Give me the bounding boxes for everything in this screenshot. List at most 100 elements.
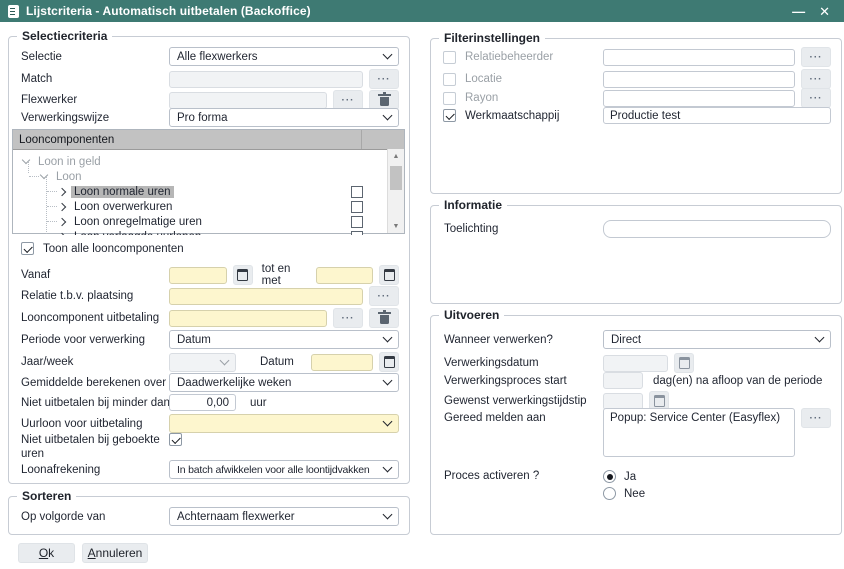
radio-option-ja[interactable]: Ja bbox=[603, 470, 636, 483]
toon-alle-checkbox[interactable] bbox=[21, 242, 34, 255]
proces-activeren-row: Proces activeren ? Ja Nee bbox=[444, 470, 831, 500]
relatiebeheerder-input[interactable] bbox=[603, 49, 795, 66]
op-volgorde-select[interactable]: Achternaam flexwerker bbox=[169, 507, 399, 526]
verwerkingswijze-label: Verwerkingswijze bbox=[21, 112, 169, 124]
scroll-down-icon[interactable]: ▼ bbox=[388, 219, 404, 233]
vanaf-input[interactable] bbox=[169, 267, 227, 284]
chevron-down-icon bbox=[383, 376, 393, 386]
tot-en-met-input[interactable] bbox=[316, 267, 373, 284]
niet-uitbetalen-minder-input[interactable]: 0,00 bbox=[169, 394, 236, 411]
radio-selected-icon[interactable] bbox=[603, 470, 616, 483]
trash-icon bbox=[380, 315, 389, 324]
jaar-week-select[interactable] bbox=[169, 353, 236, 372]
vanaf-row: Vanaf tot en met bbox=[21, 263, 399, 287]
looncomponent-uitbetaling-browse-button[interactable]: ··· bbox=[333, 308, 363, 328]
verwerkingsproces-start-row: Verwerkingsproces start dag(en) na afloo… bbox=[444, 372, 831, 389]
selectie-select[interactable]: Alle flexwerkers bbox=[169, 47, 399, 66]
gereed-melden-row: Gereed melden aan Popup: Service Center … bbox=[444, 408, 831, 457]
tree-checkbox[interactable] bbox=[351, 201, 363, 213]
loonafrekening-select[interactable]: In batch afwikkelen voor alle loontijdva… bbox=[169, 460, 399, 479]
chevron-down-icon bbox=[383, 333, 393, 343]
gereed-melden-browse-button[interactable]: ··· bbox=[801, 408, 831, 428]
relatie-plaatsing-browse-button[interactable]: ··· bbox=[369, 286, 399, 306]
match-browse-button[interactable]: ··· bbox=[369, 69, 399, 89]
title-bar: Lijstcriteria - Automatisch uitbetalen (… bbox=[0, 0, 844, 22]
verwerkingsdatum-input[interactable] bbox=[603, 355, 668, 372]
chevron-down-icon bbox=[383, 510, 393, 520]
locatie-checkbox[interactable] bbox=[443, 73, 456, 86]
tot-en-met-calendar-button[interactable] bbox=[379, 265, 399, 285]
scroll-up-icon[interactable]: ▲ bbox=[388, 149, 404, 163]
annuleren-button[interactable]: Annuleren bbox=[82, 543, 148, 563]
radio-option-nee[interactable]: Nee bbox=[603, 487, 645, 500]
tree-checkbox[interactable] bbox=[351, 216, 363, 228]
tree-scrollbar[interactable]: ▲ ▼ bbox=[387, 149, 404, 233]
calendar-icon bbox=[237, 269, 248, 281]
rayon-input[interactable] bbox=[603, 90, 795, 107]
ellipsis-icon: ··· bbox=[342, 95, 355, 106]
chevron-down-icon bbox=[383, 417, 393, 427]
document-icon bbox=[8, 5, 19, 18]
calendar-icon bbox=[654, 395, 665, 407]
ok-button[interactable]: Ok bbox=[18, 543, 75, 563]
locatie-row: Locatie ··· bbox=[443, 69, 831, 89]
datum-input[interactable] bbox=[311, 354, 373, 371]
niet-uitbetalen-geboekt-label: Niet uitbetalen bij geboekte uren bbox=[21, 433, 169, 462]
tree-item[interactable]: Loon onregelmatige uren bbox=[13, 214, 387, 229]
locatie-browse-button[interactable]: ··· bbox=[801, 69, 831, 89]
tree-item[interactable]: Loon verlaagde uurlonen bbox=[13, 229, 387, 235]
wanneer-verwerken-select[interactable]: Direct bbox=[603, 330, 831, 349]
tree-checkbox[interactable] bbox=[351, 186, 363, 198]
tree-item-selected[interactable]: Loon normale uren bbox=[13, 184, 387, 199]
selectie-row: Selectie Alle flexwerkers bbox=[21, 47, 399, 66]
verwerkingswijze-select[interactable]: Pro forma bbox=[169, 108, 399, 127]
ellipsis-icon: ··· bbox=[810, 74, 823, 85]
relatiebeheerder-checkbox[interactable] bbox=[443, 51, 456, 64]
selectie-label: Selectie bbox=[21, 51, 169, 63]
toelichting-input[interactable] bbox=[603, 220, 831, 238]
looncomponent-uitbetaling-clear-button[interactable] bbox=[369, 308, 399, 328]
relatie-plaatsing-input[interactable] bbox=[169, 288, 363, 305]
niet-uitbetalen-geboekt-checkbox[interactable] bbox=[169, 433, 182, 446]
match-input[interactable] bbox=[169, 71, 363, 88]
periode-verwerking-select[interactable]: Datum bbox=[169, 330, 399, 349]
gereed-melden-textarea[interactable]: Popup: Service Center (Easyflex) bbox=[603, 408, 795, 457]
radio-unselected-icon[interactable] bbox=[603, 487, 616, 500]
looncomponent-uitbetaling-input[interactable] bbox=[169, 310, 327, 327]
gewenst-tijdstip-input[interactable] bbox=[603, 393, 643, 410]
verwerkingsproces-start-input[interactable] bbox=[603, 372, 643, 389]
jaar-week-row: Jaar/week Datum bbox=[21, 352, 399, 372]
relatiebeheerder-browse-button[interactable]: ··· bbox=[801, 47, 831, 67]
chevron-collapsed-icon bbox=[58, 232, 66, 235]
loonafrekening-row: Loonafrekening In batch afwikkelen voor … bbox=[21, 460, 399, 479]
flexwerker-clear-button[interactable] bbox=[369, 90, 399, 110]
rayon-browse-button[interactable]: ··· bbox=[801, 88, 831, 108]
verwerkingsdatum-calendar-button[interactable] bbox=[674, 353, 694, 373]
scrollbar-thumb[interactable] bbox=[390, 166, 402, 190]
gemiddelde-select[interactable]: Daadwerkelijke weken bbox=[169, 373, 399, 392]
rayon-checkbox[interactable] bbox=[443, 92, 456, 105]
tree-item[interactable]: Loon overwerkuren bbox=[13, 199, 387, 214]
uurloon-select[interactable] bbox=[169, 414, 399, 433]
vanaf-calendar-button[interactable] bbox=[233, 265, 253, 285]
uurloon-label: Uurloon voor uitbetaling bbox=[21, 418, 169, 430]
gemiddelde-label: Gemiddelde berekenen over bbox=[21, 377, 169, 389]
group-filterinstellingen: Filterinstellingen Relatiebeheerder ··· … bbox=[430, 38, 842, 194]
locatie-input[interactable] bbox=[603, 71, 795, 88]
match-label: Match bbox=[21, 73, 169, 85]
flexwerker-browse-button[interactable]: ··· bbox=[333, 90, 363, 110]
tree-item[interactable]: Loon bbox=[13, 169, 387, 184]
close-icon[interactable]: ✕ bbox=[819, 5, 830, 18]
datum-calendar-button[interactable] bbox=[379, 352, 399, 372]
chevron-expanded-icon bbox=[40, 171, 48, 179]
dagen-na-afloop-label: dag(en) na afloop van de periode bbox=[653, 375, 822, 387]
chevron-down-icon bbox=[383, 50, 393, 60]
flexwerker-input[interactable] bbox=[169, 92, 327, 109]
tree-checkbox[interactable] bbox=[351, 231, 363, 236]
tree-item[interactable]: Loon in geld bbox=[13, 154, 387, 169]
toelichting-label: Toelichting bbox=[444, 223, 603, 235]
werkmaatschappij-checkbox[interactable] bbox=[443, 109, 456, 122]
minimize-icon[interactable]: — bbox=[792, 5, 805, 18]
ellipsis-icon: ··· bbox=[810, 413, 823, 424]
werkmaatschappij-input[interactable]: Productie test bbox=[603, 107, 831, 124]
